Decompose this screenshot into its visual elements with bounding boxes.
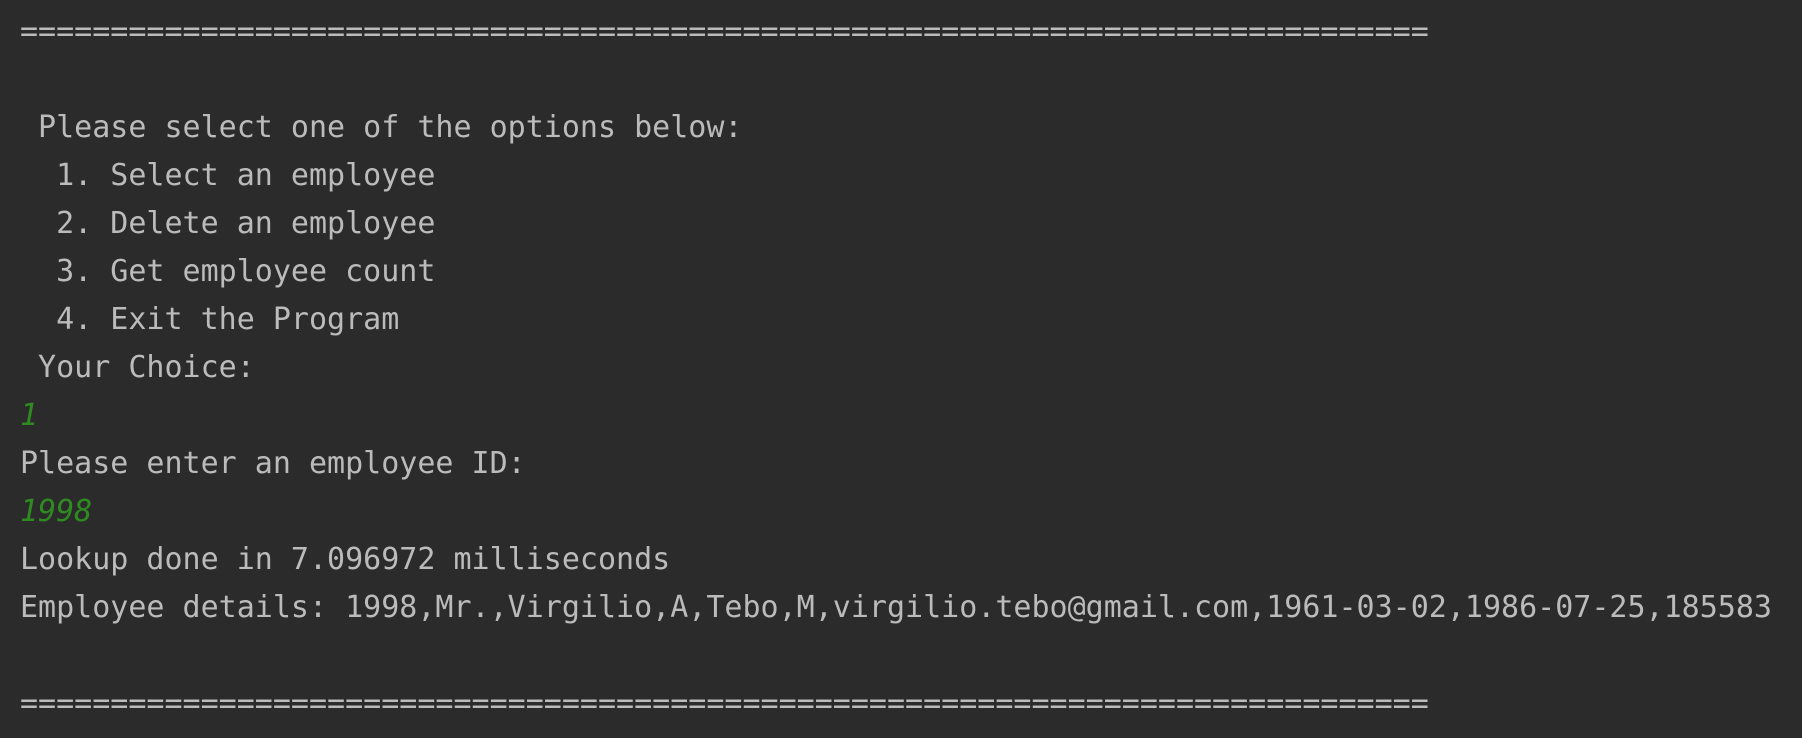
- choice-prompt: Your Choice:: [20, 350, 255, 385]
- menu-option-2: 2. Delete an employee: [20, 206, 436, 241]
- menu-option-3: 3. Get employee count: [20, 254, 436, 289]
- separator-top: ========================================…: [20, 14, 1429, 49]
- lookup-result: Lookup done in 7.096972 milliseconds: [20, 542, 671, 577]
- console-output[interactable]: ========================================…: [0, 0, 1802, 738]
- choice-input: 1: [20, 398, 39, 433]
- menu-option-1: 1. Select an employee: [20, 158, 436, 193]
- employee-details: Employee details: 1998,Mr.,Virgilio,A,Te…: [20, 590, 1772, 625]
- employee-id-input: 1998: [20, 494, 93, 529]
- employee-id-prompt: Please enter an employee ID:: [20, 446, 526, 481]
- menu-option-4: 4. Exit the Program: [20, 302, 400, 337]
- menu-heading: Please select one of the options below:: [20, 110, 743, 145]
- separator-bottom: ========================================…: [20, 686, 1429, 721]
